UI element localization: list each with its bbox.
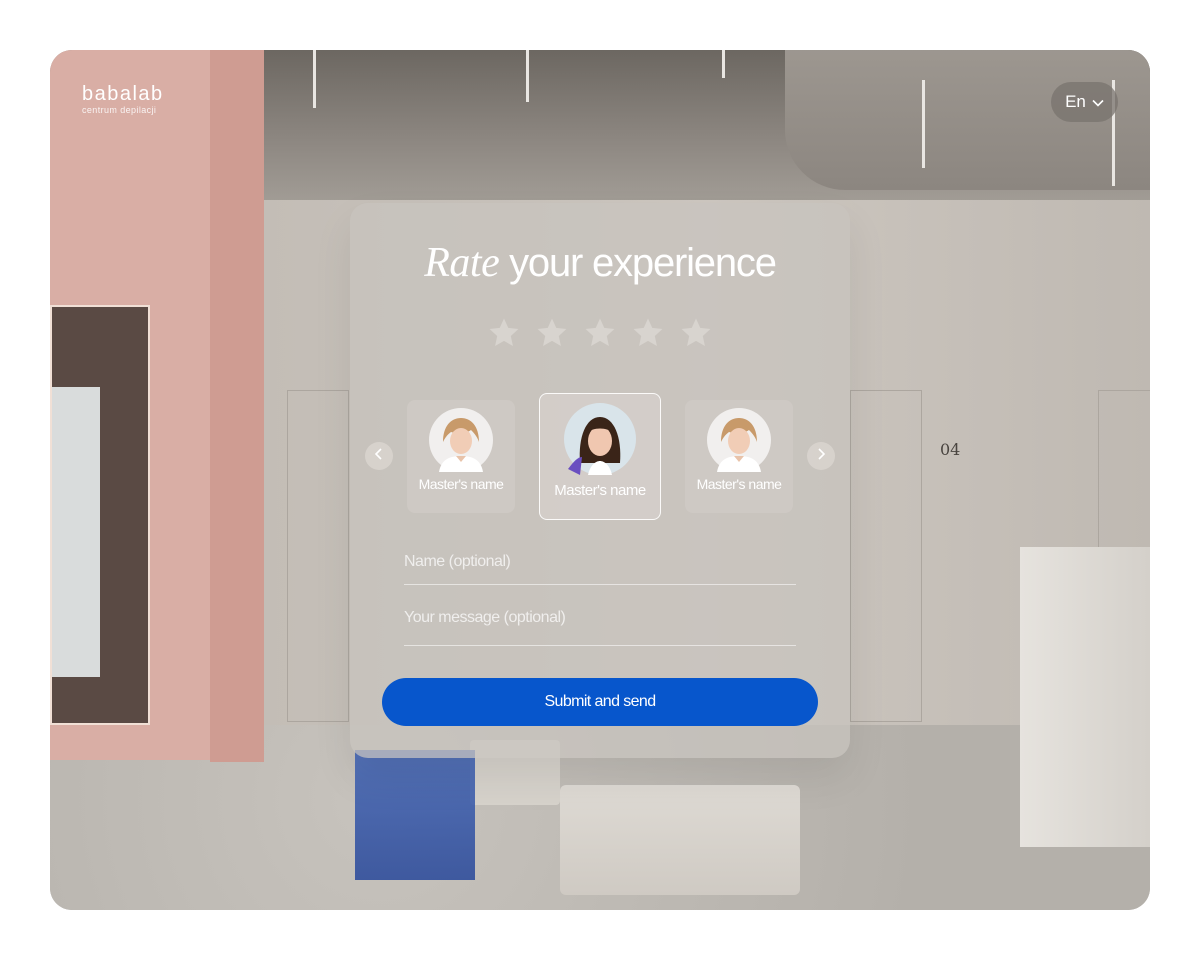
wall-door [1098,390,1150,560]
chevron-right-icon [816,447,826,465]
master-card[interactable]: Master's name [407,400,515,513]
master-card-selected[interactable]: Master's name [539,393,661,520]
master-name: Master's name [418,476,504,492]
brand-subtitle: centrum depilacji [82,105,157,115]
carousel-next-button[interactable] [807,442,835,470]
submit-button[interactable]: Submit and send [382,678,818,726]
star-icon[interactable] [487,316,521,350]
pendant-lamp [526,50,529,102]
avatar [429,408,493,472]
rating-card: Rate your experience Master's name Maste… [350,203,850,758]
brand-logo[interactable]: babalab centrum depilacji [82,84,164,115]
star-rating [487,316,713,350]
message-input[interactable] [404,609,796,627]
pendant-lamp [313,50,316,108]
pendant-lamp [722,50,725,78]
wall-door [287,390,349,722]
title-emphasis: Rate [424,240,500,286]
language-label: En [1065,92,1086,111]
pendant-lamp [922,80,925,168]
star-icon[interactable] [631,316,665,350]
card-title: Rate your experience [350,239,850,287]
blue-glass-stool [355,750,475,880]
name-input[interactable] [404,553,796,571]
language-selector[interactable]: En [1051,82,1118,122]
chevron-down-icon [1092,92,1104,112]
master-name: Master's name [696,476,782,492]
avatar [707,408,771,472]
star-icon[interactable] [679,316,713,350]
name-field [404,553,796,585]
room-number: 04 [940,440,961,459]
chevron-left-icon [374,447,384,465]
master-card[interactable]: Master's name [685,400,793,513]
master-name: Master's name [554,482,646,499]
wall-door [850,390,922,722]
brand-name: babalab [82,83,164,105]
tiled-cabinet [1020,547,1150,847]
avatar [564,403,636,475]
mirror [50,305,150,725]
star-icon[interactable] [535,316,569,350]
carousel-prev-button[interactable] [365,442,393,470]
message-field [404,609,796,646]
title-rest: your experience [499,241,777,285]
pink-column [210,50,264,762]
bench [560,785,800,895]
star-icon[interactable] [583,316,617,350]
